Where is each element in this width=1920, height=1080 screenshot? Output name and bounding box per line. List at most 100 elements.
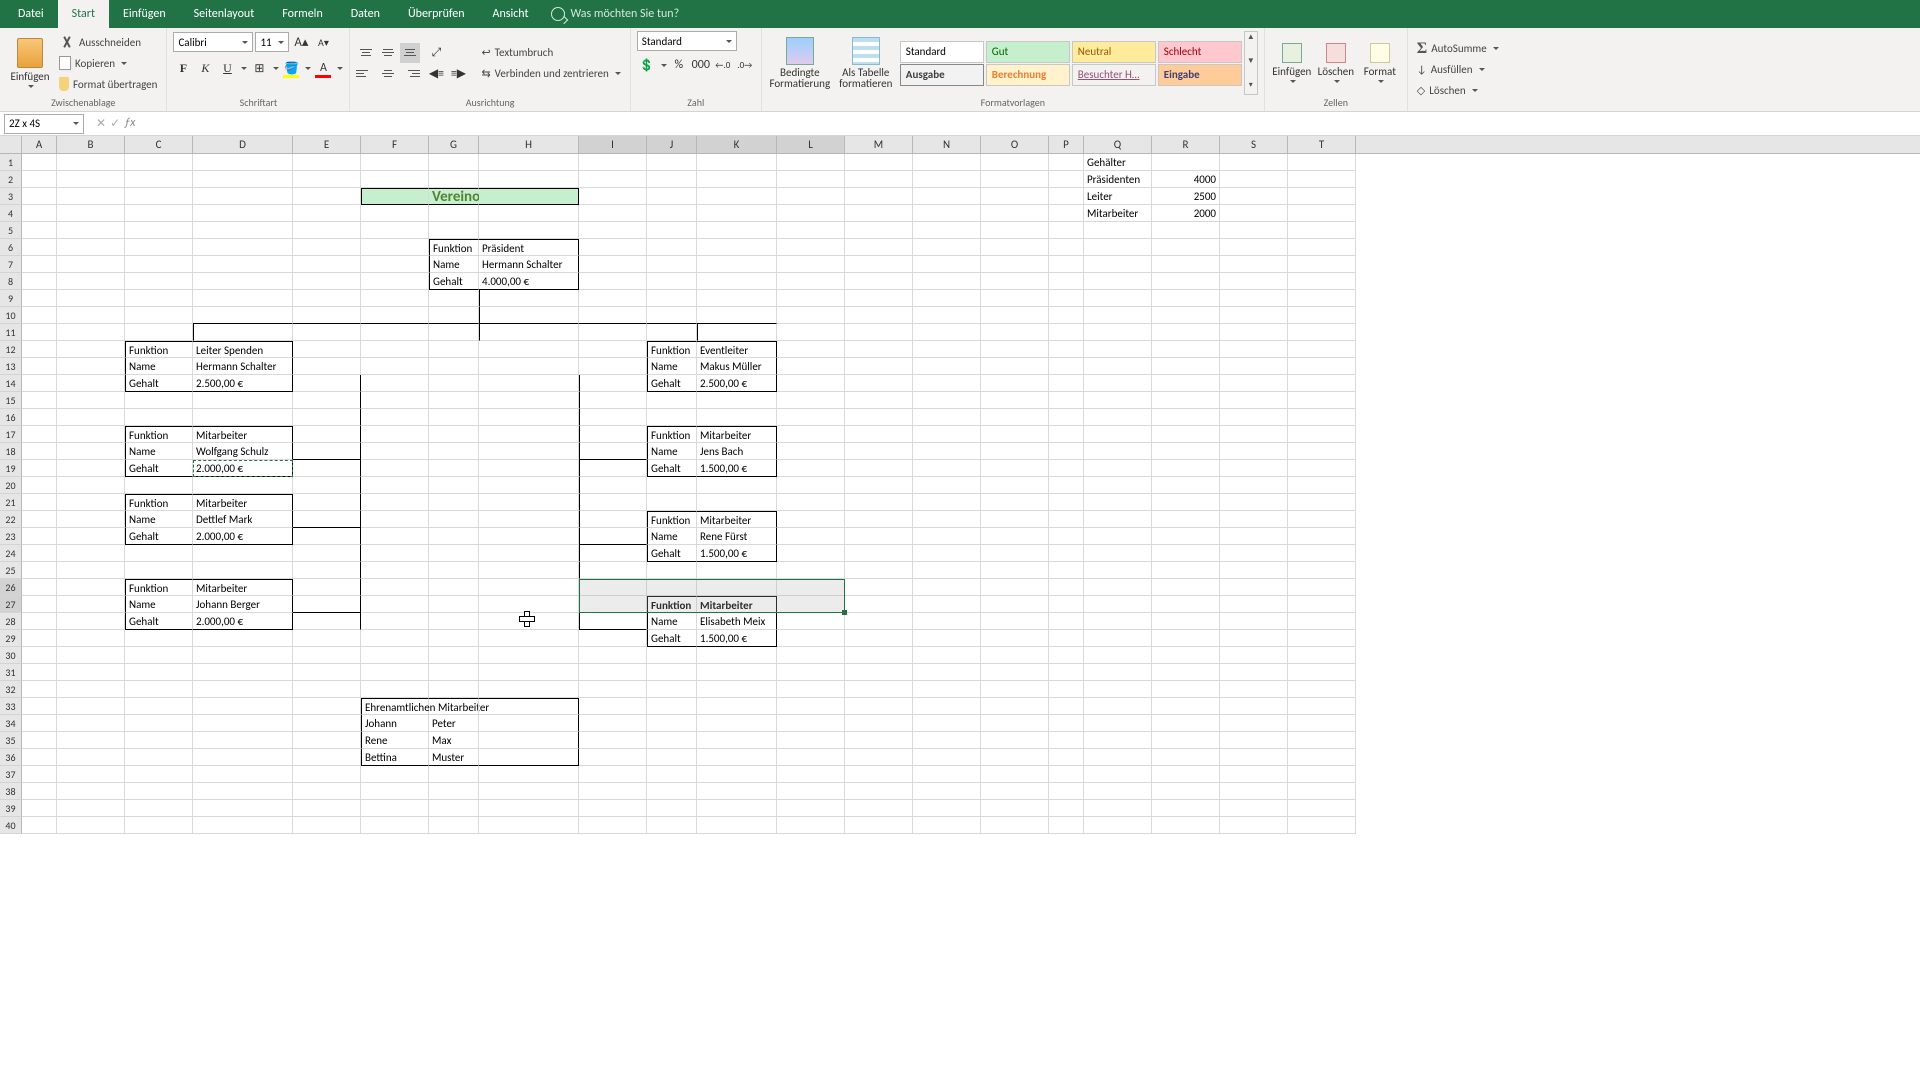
row-header-16[interactable]: 16 bbox=[0, 409, 22, 426]
cell-J21[interactable] bbox=[647, 494, 697, 511]
cell-J34[interactable] bbox=[647, 715, 697, 732]
row-header-33[interactable]: 33 bbox=[0, 698, 22, 715]
cell-R17[interactable] bbox=[1152, 426, 1220, 443]
row-header-12[interactable]: 12 bbox=[0, 341, 22, 358]
cell-G11[interactable] bbox=[429, 324, 479, 341]
cell-B25[interactable] bbox=[57, 562, 125, 579]
cell-S10[interactable] bbox=[1220, 307, 1288, 324]
cell-H20[interactable] bbox=[479, 477, 579, 494]
style-gut[interactable]: Gut bbox=[986, 41, 1070, 63]
cell-E16[interactable] bbox=[293, 409, 361, 426]
cell-H36[interactable] bbox=[479, 749, 579, 766]
cell-B38[interactable] bbox=[57, 783, 125, 800]
cell-T15[interactable] bbox=[1288, 392, 1356, 409]
cell-Q24[interactable] bbox=[1084, 545, 1152, 562]
cell-P10[interactable] bbox=[1049, 307, 1084, 324]
cell-G22[interactable] bbox=[429, 511, 479, 528]
cell-P24[interactable] bbox=[1049, 545, 1084, 562]
col-header-K[interactable]: K bbox=[697, 136, 777, 153]
cell-E19[interactable] bbox=[293, 460, 361, 477]
cell-L5[interactable] bbox=[777, 222, 845, 239]
row-header-1[interactable]: 1 bbox=[0, 154, 22, 171]
row-header-39[interactable]: 39 bbox=[0, 800, 22, 817]
cell-N24[interactable] bbox=[913, 545, 981, 562]
cell-T18[interactable] bbox=[1288, 443, 1356, 460]
cell-C4[interactable] bbox=[125, 205, 193, 222]
cell-A10[interactable] bbox=[22, 307, 57, 324]
cell-M1[interactable] bbox=[845, 154, 913, 171]
col-header-T[interactable]: T bbox=[1288, 136, 1356, 153]
cell-N10[interactable] bbox=[913, 307, 981, 324]
cell-D19[interactable]: 2.000,00 € bbox=[193, 460, 293, 477]
cell-Q30[interactable] bbox=[1084, 647, 1152, 664]
cell-P21[interactable] bbox=[1049, 494, 1084, 511]
cell-S40[interactable] bbox=[1220, 817, 1288, 834]
style-eingabe[interactable]: Eingabe bbox=[1158, 64, 1242, 86]
cell-A5[interactable] bbox=[22, 222, 57, 239]
cell-L35[interactable] bbox=[777, 732, 845, 749]
cell-S27[interactable] bbox=[1220, 596, 1288, 613]
cell-Q17[interactable] bbox=[1084, 426, 1152, 443]
cell-T19[interactable] bbox=[1288, 460, 1356, 477]
cell-T21[interactable] bbox=[1288, 494, 1356, 511]
cell-R33[interactable] bbox=[1152, 698, 1220, 715]
cell-R24[interactable] bbox=[1152, 545, 1220, 562]
cell-E17[interactable] bbox=[293, 426, 361, 443]
cell-H33[interactable] bbox=[479, 698, 579, 715]
cell-L36[interactable] bbox=[777, 749, 845, 766]
cell-C20[interactable] bbox=[125, 477, 193, 494]
row-header-3[interactable]: 3 bbox=[0, 188, 22, 205]
cell-C31[interactable] bbox=[125, 664, 193, 681]
cell-K4[interactable] bbox=[697, 205, 777, 222]
cell-G8[interactable]: Gehalt bbox=[429, 273, 479, 290]
cell-B21[interactable] bbox=[57, 494, 125, 511]
cell-A35[interactable] bbox=[22, 732, 57, 749]
cell-E14[interactable] bbox=[293, 375, 361, 392]
cell-Q40[interactable] bbox=[1084, 817, 1152, 834]
cell-P20[interactable] bbox=[1049, 477, 1084, 494]
cell-E25[interactable] bbox=[293, 562, 361, 579]
select-all-button[interactable] bbox=[0, 136, 22, 153]
cell-E13[interactable] bbox=[293, 358, 361, 375]
cell-P8[interactable] bbox=[1049, 273, 1084, 290]
cell-P2[interactable] bbox=[1049, 171, 1084, 188]
cell-O31[interactable] bbox=[981, 664, 1049, 681]
cell-H18[interactable] bbox=[479, 443, 579, 460]
cell-R34[interactable] bbox=[1152, 715, 1220, 732]
cell-G40[interactable] bbox=[429, 817, 479, 834]
cell-E8[interactable] bbox=[293, 273, 361, 290]
cell-O22[interactable] bbox=[981, 511, 1049, 528]
cell-A22[interactable] bbox=[22, 511, 57, 528]
cell-A13[interactable] bbox=[22, 358, 57, 375]
cell-Q19[interactable] bbox=[1084, 460, 1152, 477]
cell-B40[interactable] bbox=[57, 817, 125, 834]
cell-R40[interactable] bbox=[1152, 817, 1220, 834]
cell-C33[interactable] bbox=[125, 698, 193, 715]
col-header-G[interactable]: G bbox=[429, 136, 479, 153]
cell-B13[interactable] bbox=[57, 358, 125, 375]
cell-S31[interactable] bbox=[1220, 664, 1288, 681]
cell-O3[interactable] bbox=[981, 188, 1049, 205]
cell-O7[interactable] bbox=[981, 256, 1049, 273]
cell-I22[interactable] bbox=[579, 511, 647, 528]
cell-E24[interactable] bbox=[293, 545, 361, 562]
cell-P40[interactable] bbox=[1049, 817, 1084, 834]
cell-G12[interactable] bbox=[429, 341, 479, 358]
cell-P15[interactable] bbox=[1049, 392, 1084, 409]
cell-M29[interactable] bbox=[845, 630, 913, 647]
cell-C12[interactable]: Funktion bbox=[125, 341, 193, 358]
cell-T31[interactable] bbox=[1288, 664, 1356, 681]
cell-G29[interactable] bbox=[429, 630, 479, 647]
cell-F23[interactable] bbox=[361, 528, 429, 545]
cell-F14[interactable] bbox=[361, 375, 429, 392]
cell-M11[interactable] bbox=[845, 324, 913, 341]
cell-O12[interactable] bbox=[981, 341, 1049, 358]
cell-I26[interactable] bbox=[579, 579, 647, 596]
worksheet-grid[interactable]: ABCDEFGHIJKLMNOPQRST1Gehälter2Präsidente… bbox=[0, 136, 1920, 1080]
cell-H24[interactable] bbox=[479, 545, 579, 562]
cell-J17[interactable]: Funktion bbox=[647, 426, 697, 443]
cell-A4[interactable] bbox=[22, 205, 57, 222]
cell-G18[interactable] bbox=[429, 443, 479, 460]
row-header-40[interactable]: 40 bbox=[0, 817, 22, 834]
cell-R36[interactable] bbox=[1152, 749, 1220, 766]
